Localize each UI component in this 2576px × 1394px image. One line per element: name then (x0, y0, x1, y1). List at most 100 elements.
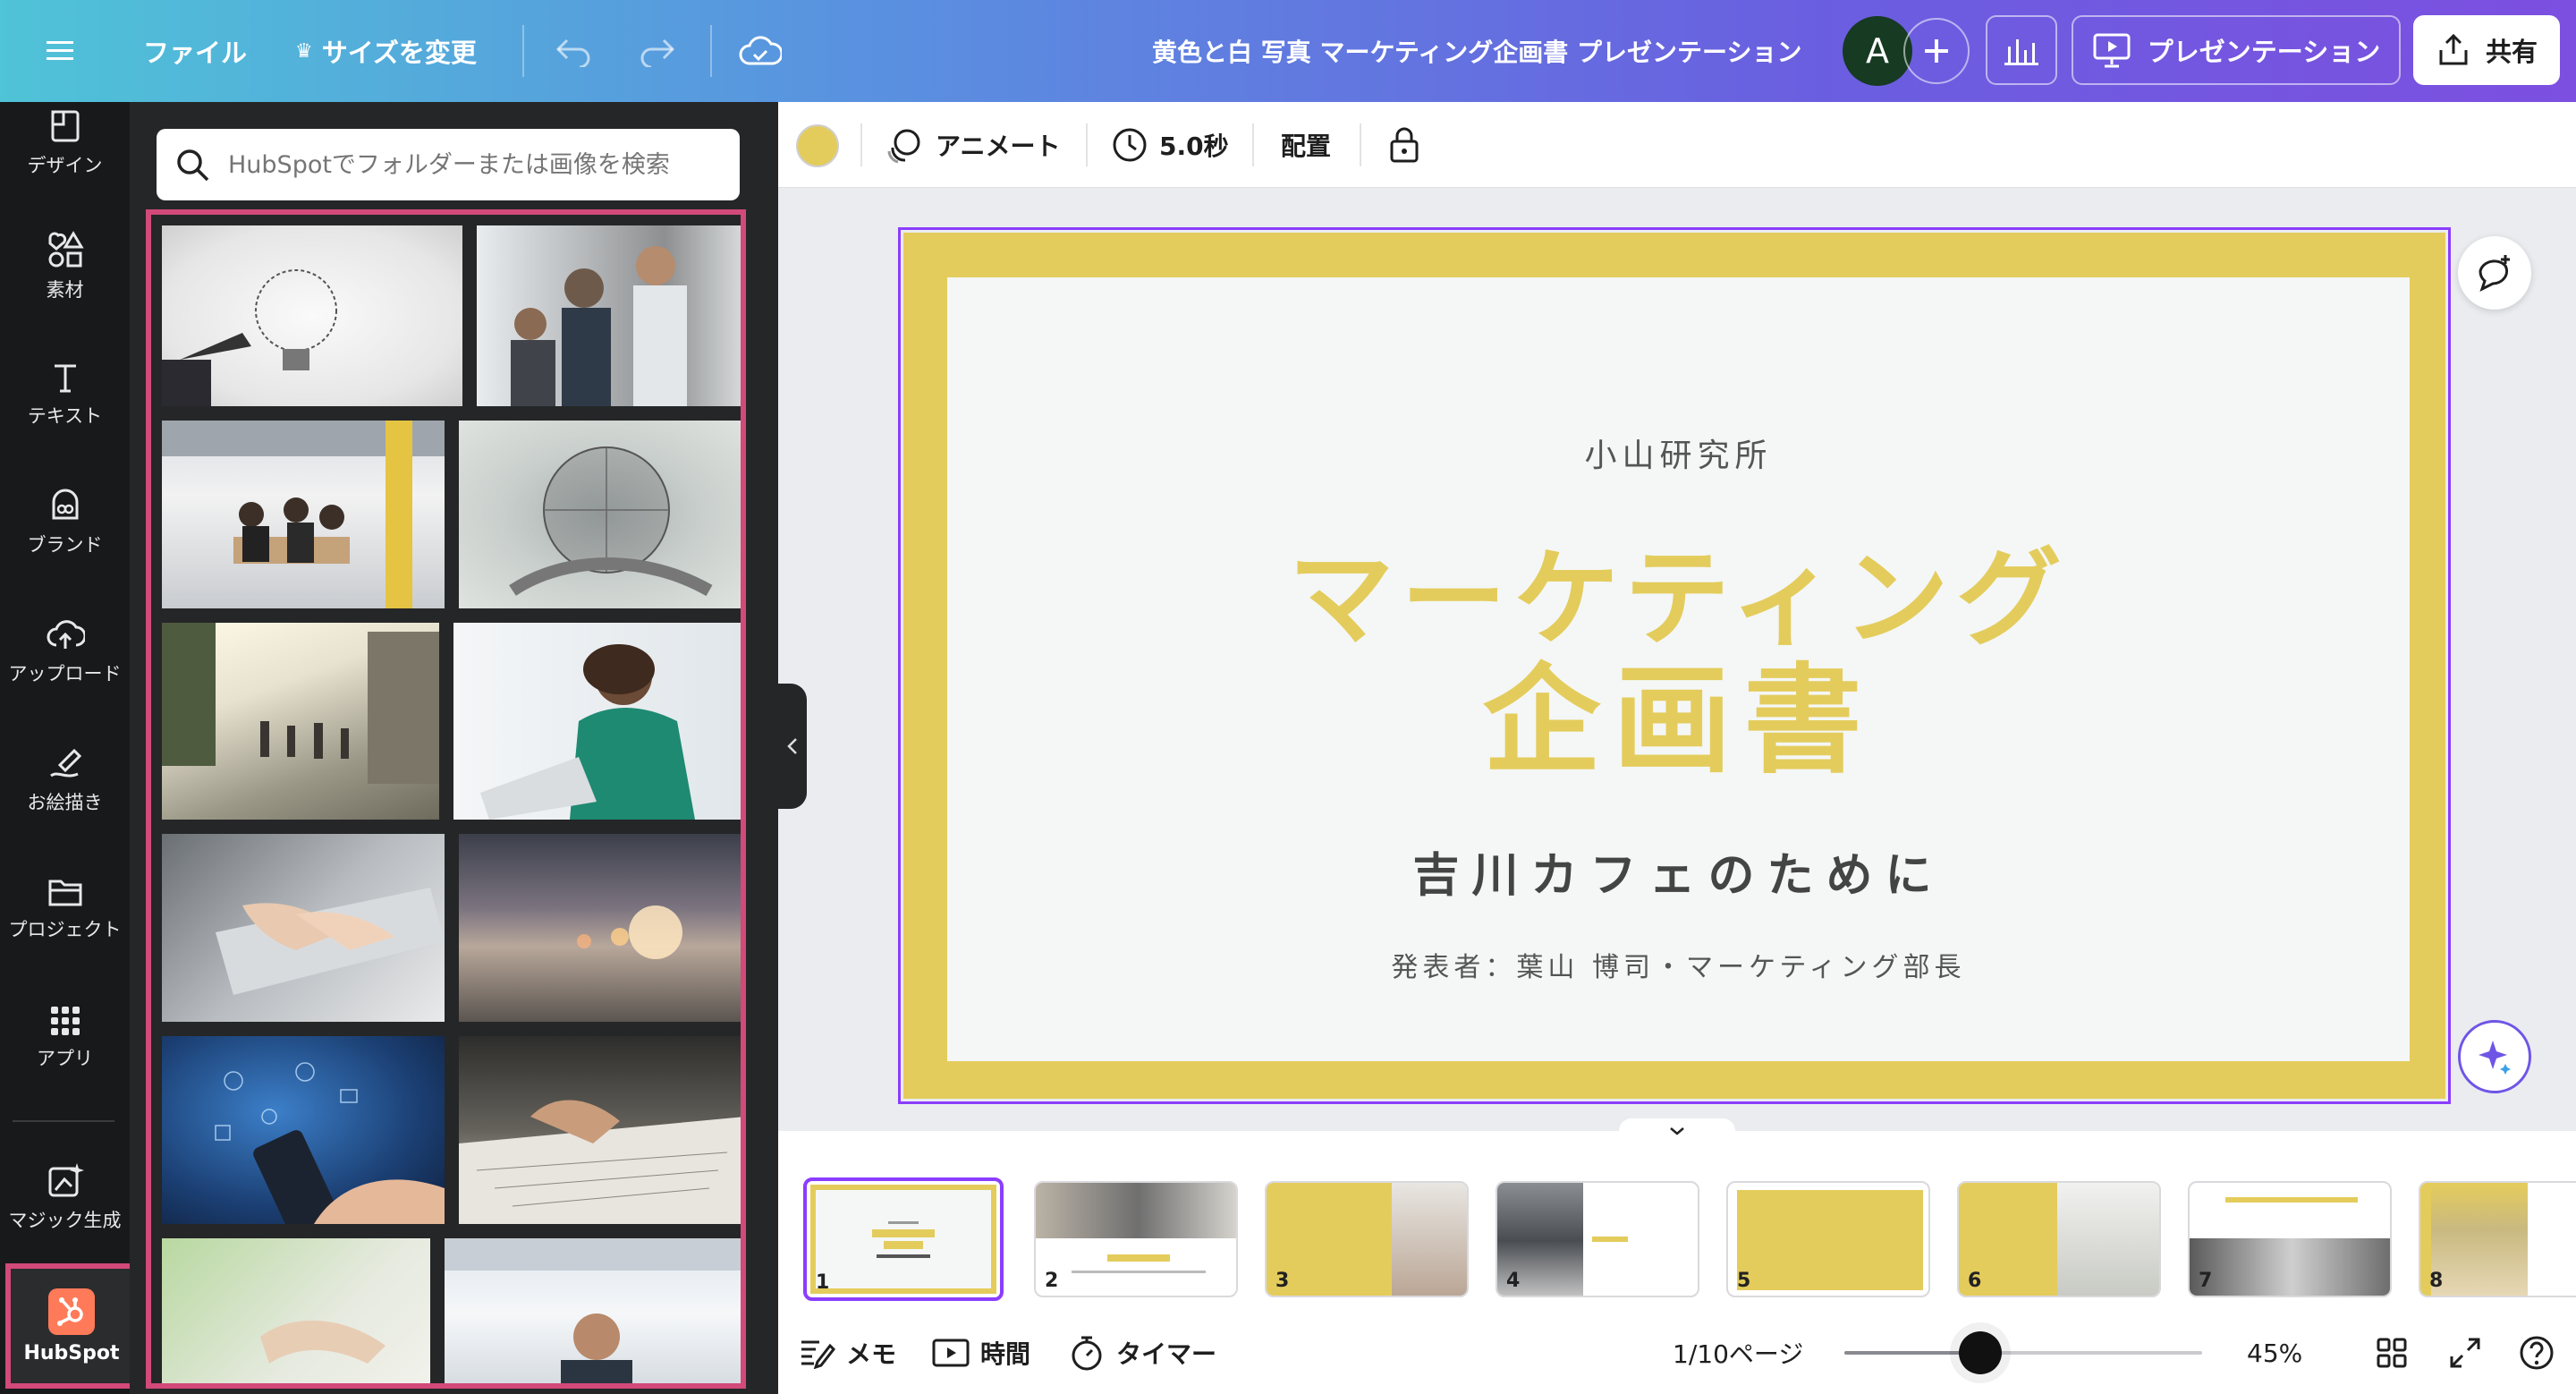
grid-view-icon[interactable] (2376, 1332, 2408, 1373)
fullscreen-icon[interactable] (2449, 1332, 2481, 1373)
sidebar-item-hubspot[interactable]: HubSpot (5, 1263, 138, 1389)
image-handshake-green[interactable] (162, 1238, 430, 1383)
folder-icon (48, 880, 81, 906)
magic-assist-button[interactable] (2458, 1020, 2531, 1093)
upload-icon (47, 620, 85, 649)
sidebar-item-design[interactable]: デザイン (0, 86, 130, 200)
elements-icon (48, 231, 84, 268)
cloud-save-icon[interactable] (739, 0, 782, 102)
page-number: 6 (1968, 1270, 1982, 1292)
slide-title-line1[interactable]: マーケティング (947, 546, 2410, 651)
chevron-down-icon (1670, 1127, 1684, 1135)
context-toolbar: アニメート 5.0秒 配置 (778, 102, 2576, 188)
search-input[interactable] (228, 150, 693, 179)
sidebar-item-label: テキスト (27, 405, 103, 427)
avatar[interactable]: A (1843, 16, 1912, 86)
image-smartphone-icons[interactable] (162, 1036, 445, 1224)
time-label: 時間 (980, 1339, 1031, 1369)
animate-icon (887, 129, 920, 164)
divider (522, 25, 524, 77)
share-button[interactable]: 共有 (2413, 15, 2560, 85)
clock-icon (1113, 128, 1147, 162)
divider (860, 123, 862, 166)
apps-icon (50, 1007, 80, 1035)
collapse-panel-button[interactable] (778, 684, 807, 809)
image-globe-hands[interactable] (459, 421, 741, 608)
sidebar-item-draw[interactable]: お絵描き (0, 723, 130, 837)
divider (1252, 123, 1254, 166)
sidebar-item-uploads[interactable]: アップロード (0, 594, 130, 709)
slide-presenter[interactable]: 発表者：葉山 博司・マーケティング部長 (947, 945, 2410, 984)
zoom-level[interactable]: 45% (2247, 1332, 2302, 1373)
image-blueprint-work[interactable] (459, 1036, 741, 1224)
design-icon (51, 110, 79, 142)
sidebar-item-magic[interactable]: マジック生成 (0, 1140, 130, 1254)
text-icon (54, 364, 76, 393)
add-comment-button[interactable] (2458, 236, 2531, 310)
notes-button[interactable]: メモ (800, 1332, 896, 1373)
slide-canvas[interactable]: 小山研究所 マーケティング 企画書 吉川カフェのために 発表者：葉山 博司・マー… (898, 227, 2451, 1104)
page-thumbnail-8[interactable]: 8 (2419, 1181, 2576, 1297)
search-box[interactable] (157, 129, 740, 200)
undo-icon[interactable] (555, 0, 594, 102)
slide-organization[interactable]: 小山研究所 (947, 429, 2410, 476)
add-collaborator-button[interactable] (1903, 18, 1970, 84)
sidebar-item-label: ブランド (27, 534, 103, 556)
page-thumbnail-1[interactable]: 1 (803, 1177, 1004, 1301)
file-menu[interactable]: ファイル (143, 0, 247, 102)
resize-button[interactable]: ♛ サイズを変更 (295, 0, 477, 102)
play-screen-icon (932, 1339, 970, 1367)
page-thumbnail-3[interactable]: 3 (1265, 1181, 1469, 1297)
sidebar-item-label: デザイン (27, 155, 103, 176)
page-number: 7 (2199, 1270, 2213, 1292)
sidebar-item-text[interactable]: テキスト (0, 336, 130, 451)
page-indicator[interactable]: 1/10ページ (1673, 1332, 1803, 1373)
help-icon[interactable] (2519, 1332, 2555, 1373)
page-thumbnail-6[interactable]: 6 (1957, 1181, 2161, 1297)
sidebar-item-brand[interactable]: ブランド (0, 465, 130, 580)
image-city-walkers[interactable] (162, 623, 439, 820)
image-typing-laptop[interactable] (162, 834, 445, 1022)
insights-button[interactable] (1986, 15, 2057, 85)
sidebar-item-apps[interactable]: アプリ (0, 981, 130, 1095)
sidebar-item-label: アプリ (37, 1048, 93, 1069)
duration-label: 5.0秒 (1159, 132, 1229, 161)
page-thumbnail-7[interactable]: 7 (2188, 1181, 2392, 1297)
zoom-slider-handle[interactable] (1959, 1331, 2002, 1374)
draw-icon (49, 748, 81, 778)
color-swatch[interactable] (796, 124, 839, 167)
page-number: 3 (1275, 1270, 1290, 1292)
page-thumbnail-5[interactable]: 5 (1726, 1181, 1930, 1297)
image-team-meeting[interactable] (477, 225, 741, 406)
image-lightbulb-sketch[interactable] (162, 225, 462, 406)
page-number: 4 (1506, 1270, 1521, 1292)
image-smiling-man[interactable] (445, 1238, 741, 1383)
image-woman-laptop[interactable] (453, 623, 741, 820)
page-thumbnail-2[interactable]: 2 (1034, 1181, 1238, 1297)
animate-button[interactable]: アニメート (886, 102, 1060, 188)
zoom-slider[interactable] (1844, 1331, 2202, 1374)
redo-icon[interactable] (637, 0, 676, 102)
collapse-pages-button[interactable] (1619, 1118, 1735, 1143)
image-street-bokeh[interactable] (459, 834, 741, 1022)
lock-icon[interactable] (1386, 102, 1422, 188)
sidebar-item-elements[interactable]: 素材 (0, 209, 130, 324)
duration-button[interactable]: 5.0秒 (1111, 102, 1229, 188)
arrange-button[interactable]: 配置 (1281, 102, 1331, 188)
document-title[interactable]: 黄色と白 写真 マーケティング企画書 プレゼンテーション (1152, 0, 1801, 102)
plus-icon (1925, 39, 1948, 63)
image-office-meeting[interactable] (162, 421, 445, 608)
share-label: 共有 (2485, 37, 2538, 67)
present-button[interactable]: プレゼンテーション (2072, 15, 2401, 85)
slide-subtitle[interactable]: 吉川カフェのために (947, 837, 2410, 905)
divider (13, 1120, 114, 1122)
left-sidebar: デザイン 素材 テキスト ブランド アップロード お絵描き プロジェクト アプリ… (0, 102, 138, 1394)
page-number: 2 (1045, 1270, 1059, 1292)
sparkle-icon (2479, 1041, 2511, 1075)
page-thumbnail-4[interactable]: 4 (1496, 1181, 1699, 1297)
timer-button[interactable]: タイマー (1070, 1332, 1216, 1373)
time-button[interactable]: 時間 (932, 1332, 1030, 1373)
notes-label: メモ (846, 1339, 897, 1369)
slide-title-line2[interactable]: 企画書 (947, 662, 2410, 780)
sidebar-item-projects[interactable]: プロジェクト (0, 852, 130, 966)
